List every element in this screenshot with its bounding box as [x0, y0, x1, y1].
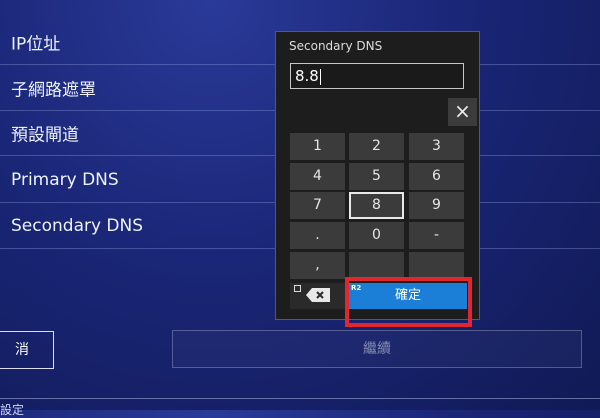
- text-caret: [319, 68, 321, 85]
- key-blank: [409, 252, 464, 279]
- square-button-icon: [294, 285, 301, 292]
- setting-label: IP位址: [11, 34, 61, 54]
- dialog-title: Secondary DNS: [289, 39, 383, 53]
- key-2[interactable]: 2: [349, 133, 404, 160]
- key-4[interactable]: 4: [290, 163, 345, 190]
- key-3[interactable]: 3: [409, 133, 464, 160]
- setting-label: 預設閘道: [11, 125, 79, 145]
- key-0[interactable]: 0: [349, 222, 404, 249]
- key-blank: [349, 252, 404, 279]
- close-button[interactable]: ×: [448, 98, 477, 126]
- key-hyphen[interactable]: -: [409, 222, 464, 249]
- key-7[interactable]: 7: [290, 192, 345, 219]
- setting-label: 子網路遮罩: [11, 80, 96, 100]
- footer-divider: [0, 398, 600, 399]
- key-comma[interactable]: ,: [290, 252, 345, 279]
- dns-input-field[interactable]: 8.8: [290, 63, 464, 89]
- key-9[interactable]: 9: [409, 192, 464, 219]
- setting-label: Primary DNS: [11, 169, 119, 190]
- key-5[interactable]: 5: [349, 163, 404, 190]
- next-button[interactable]: 繼續: [172, 330, 582, 368]
- setting-label: Secondary DNS: [11, 215, 144, 236]
- highlight-annotation: [345, 277, 472, 327]
- key-6[interactable]: 6: [409, 163, 464, 190]
- backspace-icon: [306, 288, 330, 302]
- key-1[interactable]: 1: [290, 133, 345, 160]
- key-period[interactable]: .: [290, 222, 345, 249]
- backspace-button[interactable]: [290, 283, 345, 309]
- dns-input-value: 8.8: [295, 67, 319, 85]
- key-8[interactable]: 8: [349, 192, 404, 219]
- back-button[interactable]: 消: [0, 331, 54, 369]
